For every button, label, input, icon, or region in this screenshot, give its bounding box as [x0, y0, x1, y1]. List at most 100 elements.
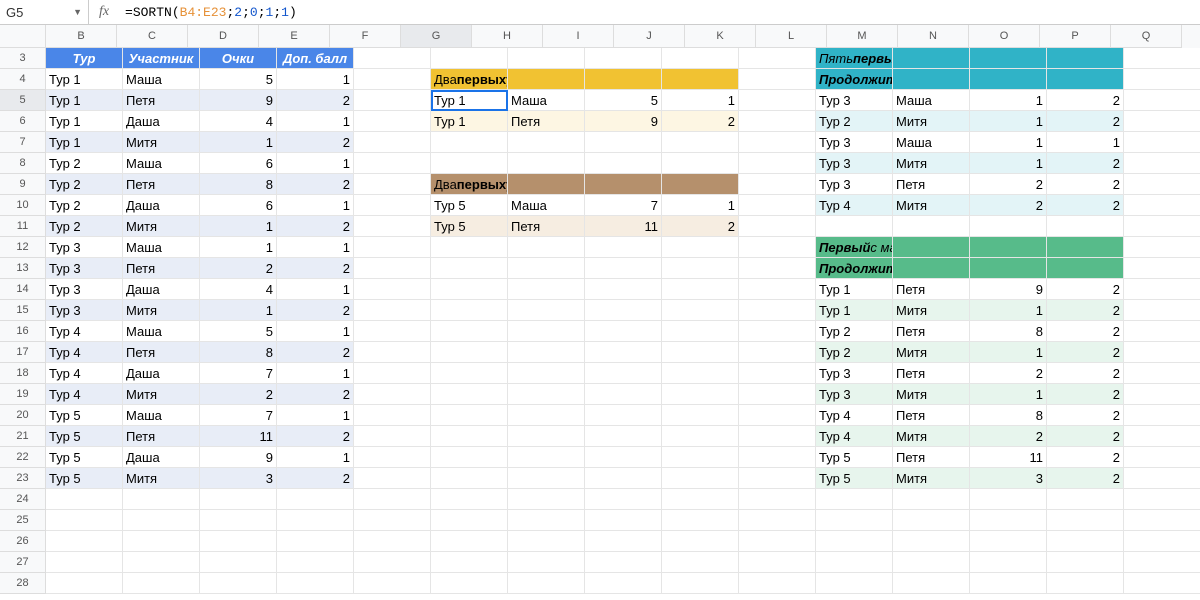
cell-C12[interactable]: Маша: [123, 237, 200, 258]
cell-F22[interactable]: [354, 447, 431, 468]
cell-G21[interactable]: [431, 426, 508, 447]
cell-I16[interactable]: [585, 321, 662, 342]
cell-D13[interactable]: 2: [200, 258, 277, 279]
cell-K18[interactable]: [739, 363, 816, 384]
cell-C4[interactable]: Маша: [123, 69, 200, 90]
cell-G11[interactable]: Тур 5: [431, 216, 508, 237]
cell-M11[interactable]: [893, 216, 970, 237]
cell-N7[interactable]: 1: [970, 132, 1047, 153]
cell-K14[interactable]: [739, 279, 816, 300]
cell-C21[interactable]: Петя: [123, 426, 200, 447]
cell-E19[interactable]: 2: [277, 384, 354, 405]
cell-H21[interactable]: [508, 426, 585, 447]
cell-H24[interactable]: [508, 489, 585, 510]
cell-F21[interactable]: [354, 426, 431, 447]
cell-O11[interactable]: [1047, 216, 1124, 237]
cell-K9[interactable]: [739, 174, 816, 195]
cell-P28[interactable]: [1124, 573, 1200, 594]
col-header-G[interactable]: G: [401, 25, 472, 48]
cell-M16[interactable]: Петя: [893, 321, 970, 342]
cell-H27[interactable]: [508, 552, 585, 573]
col-header-D[interactable]: D: [188, 25, 259, 48]
cell-M12[interactable]: [893, 237, 970, 258]
row-header-8[interactable]: 8: [0, 153, 46, 174]
cell-E12[interactable]: 1: [277, 237, 354, 258]
cell-O19[interactable]: 2: [1047, 384, 1124, 405]
cell-B12[interactable]: Тур 3: [46, 237, 123, 258]
cell-N25[interactable]: [970, 510, 1047, 531]
cell-B8[interactable]: Тур 2: [46, 153, 123, 174]
cell-J23[interactable]: [662, 468, 739, 489]
cell-O6[interactable]: 2: [1047, 111, 1124, 132]
col-header-E[interactable]: E: [259, 25, 330, 48]
cell-E18[interactable]: 1: [277, 363, 354, 384]
cell-J24[interactable]: [662, 489, 739, 510]
cell-N28[interactable]: [970, 573, 1047, 594]
cell-I12[interactable]: [585, 237, 662, 258]
row-header-3[interactable]: 3: [0, 48, 46, 69]
cell-G14[interactable]: [431, 279, 508, 300]
cell-K12[interactable]: [739, 237, 816, 258]
row-header-7[interactable]: 7: [0, 132, 46, 153]
cell-F23[interactable]: [354, 468, 431, 489]
cell-N18[interactable]: 2: [970, 363, 1047, 384]
cell-J25[interactable]: [662, 510, 739, 531]
cell-F17[interactable]: [354, 342, 431, 363]
row-header-6[interactable]: 6: [0, 111, 46, 132]
cell-B13[interactable]: Тур 3: [46, 258, 123, 279]
cell-J4[interactable]: [662, 69, 739, 90]
cell-C27[interactable]: [123, 552, 200, 573]
row-header-11[interactable]: 11: [0, 216, 46, 237]
cell-O10[interactable]: 2: [1047, 195, 1124, 216]
cell-O28[interactable]: [1047, 573, 1124, 594]
cell-H16[interactable]: [508, 321, 585, 342]
chevron-down-icon[interactable]: ▼: [73, 7, 82, 17]
cell-G10[interactable]: Тур 5: [431, 195, 508, 216]
cell-G19[interactable]: [431, 384, 508, 405]
cell-D18[interactable]: 7: [200, 363, 277, 384]
cell-D23[interactable]: 3: [200, 468, 277, 489]
col-header-H[interactable]: H: [472, 25, 543, 48]
cell-C22[interactable]: Даша: [123, 447, 200, 468]
cell-C23[interactable]: Митя: [123, 468, 200, 489]
cell-D16[interactable]: 5: [200, 321, 277, 342]
cell-N20[interactable]: 8: [970, 405, 1047, 426]
row-header-21[interactable]: 21: [0, 426, 46, 447]
cell-D26[interactable]: [200, 531, 277, 552]
cell-I27[interactable]: [585, 552, 662, 573]
cell-M17[interactable]: Митя: [893, 342, 970, 363]
cell-L6[interactable]: Тур 2: [816, 111, 893, 132]
cell-N10[interactable]: 2: [970, 195, 1047, 216]
cell-L5[interactable]: Тур 3: [816, 90, 893, 111]
cell-O27[interactable]: [1047, 552, 1124, 573]
cell-M9[interactable]: Петя: [893, 174, 970, 195]
cell-I18[interactable]: [585, 363, 662, 384]
cell-B11[interactable]: Тур 2: [46, 216, 123, 237]
row-header-10[interactable]: 10: [0, 195, 46, 216]
cell-G12[interactable]: [431, 237, 508, 258]
cell-O25[interactable]: [1047, 510, 1124, 531]
row-header-25[interactable]: 25: [0, 510, 46, 531]
row-header-23[interactable]: 23: [0, 468, 46, 489]
cell-J19[interactable]: [662, 384, 739, 405]
cell-O14[interactable]: 2: [1047, 279, 1124, 300]
cell-P21[interactable]: [1124, 426, 1200, 447]
cell-J27[interactable]: [662, 552, 739, 573]
cell-P19[interactable]: [1124, 384, 1200, 405]
cell-P13[interactable]: [1124, 258, 1200, 279]
cell-L8[interactable]: Тур 3: [816, 153, 893, 174]
cell-J14[interactable]: [662, 279, 739, 300]
cell-E16[interactable]: 1: [277, 321, 354, 342]
cell-D11[interactable]: 1: [200, 216, 277, 237]
cell-K7[interactable]: [739, 132, 816, 153]
cell-N4[interactable]: [970, 69, 1047, 90]
cell-G5[interactable]: Тур 1: [431, 90, 508, 111]
row-header-28[interactable]: 28: [0, 573, 46, 594]
cell-G25[interactable]: [431, 510, 508, 531]
col-header-Q[interactable]: Q: [1111, 25, 1182, 48]
cell-O4[interactable]: [1047, 69, 1124, 90]
cell-B3[interactable]: Тур: [46, 48, 123, 69]
cell-L13[interactable]: Продолжить, пока есть с такими баллами: [816, 258, 893, 279]
cell-I3[interactable]: [585, 48, 662, 69]
cell-M4[interactable]: [893, 69, 970, 90]
